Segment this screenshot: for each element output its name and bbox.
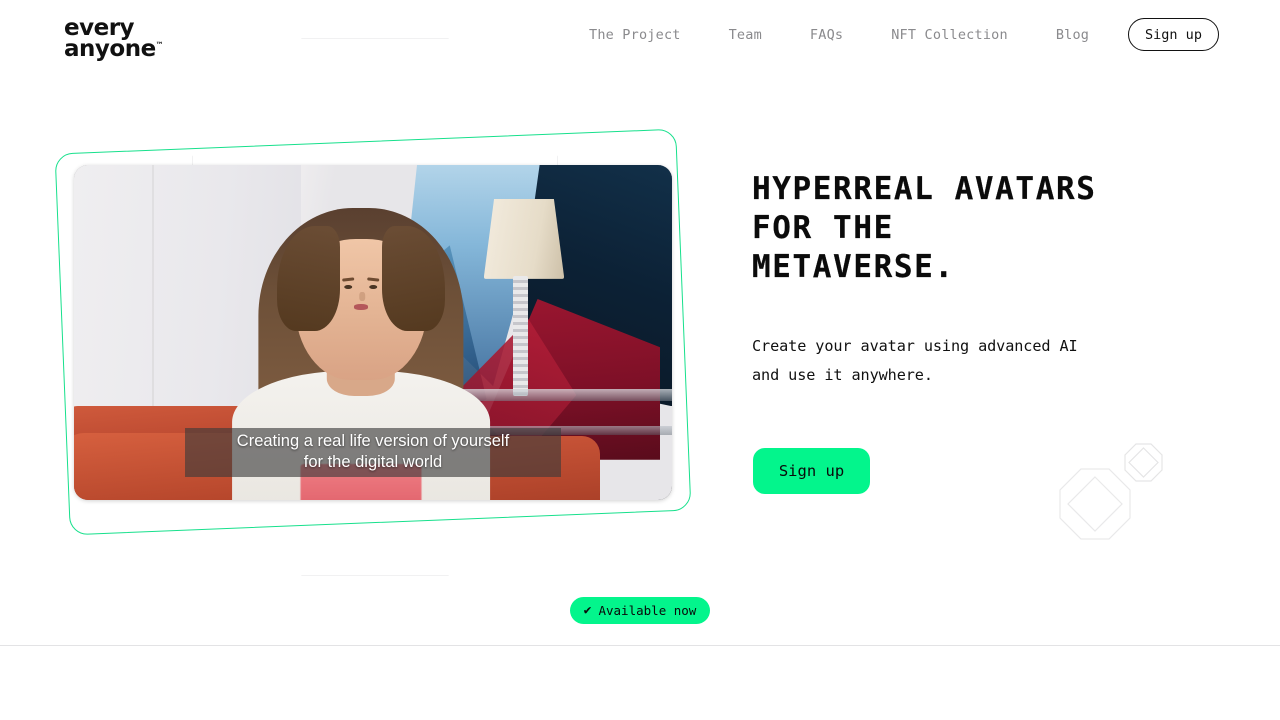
video-subtitle-line-1: Creating a real life version of yourself (236, 431, 510, 450)
video-subtitle-overlay: Creating a real life version of yourself… (184, 427, 562, 478)
octagon-diamond-decoration-large (1059, 468, 1131, 540)
hero-copy: HYPERREAL AVATARS FOR THE METAVERSE. Cre… (752, 170, 1222, 494)
nose (359, 292, 365, 301)
logo-line-2: anyone™ (64, 36, 164, 62)
hero-video-area: Creating a real life version of yourself… (0, 0, 720, 640)
nav-item-faqs[interactable]: FAQs (810, 21, 843, 49)
eye-right (369, 284, 378, 289)
check-icon: ✔ (583, 603, 592, 618)
hero-signup-button[interactable]: Sign up (753, 448, 870, 494)
hero-description: Create your avatar using advanced AI and… (752, 337, 1078, 384)
eye-left (344, 284, 353, 289)
page-title: HYPERREAL AVATARS FOR THE METAVERSE. (752, 171, 1097, 285)
nav-item-blog[interactable]: Blog (1056, 21, 1089, 49)
mouth (353, 304, 369, 310)
cookie-consent-bar: We use cookies to give you the best expe… (0, 646, 1280, 720)
logo[interactable]: every anyone™ (64, 16, 188, 62)
main-navigation: The Project Team FAQs NFT Collection Blo… (589, 0, 1089, 70)
site-header: every anyone™ The Project Team FAQs NFT … (0, 0, 1280, 70)
landing-page: every anyone™ The Project Team FAQs NFT … (0, 0, 1280, 720)
hero-video-player[interactable]: Creating a real life version of yourself… (74, 165, 672, 500)
lamp-stem (512, 275, 529, 397)
lamp-shade (483, 198, 565, 279)
header-signup-button[interactable]: Sign up (1128, 18, 1219, 51)
wall-seam (151, 165, 154, 413)
eyebrow-right (367, 277, 380, 282)
available-now-label: Available now (598, 603, 697, 618)
available-now-badge[interactable]: ✔ Available now (570, 597, 710, 624)
nav-item-the-project[interactable]: The Project (589, 21, 681, 49)
video-subtitle-line-2: for the digital world (303, 452, 443, 471)
trademark-icon: ™ (155, 40, 164, 50)
nav-item-nft-collection[interactable]: NFT Collection (891, 21, 1008, 49)
eyebrow-left (342, 277, 355, 282)
nav-item-team[interactable]: Team (729, 21, 762, 49)
octagon-diamond-decoration-small (1124, 443, 1163, 482)
